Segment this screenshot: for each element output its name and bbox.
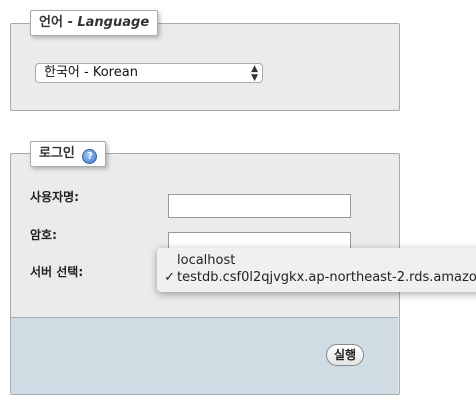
server-option-testdb[interactable]: ✓ testdb.csf0l2qjvgkx.ap-northeast-2.rds.… xyxy=(157,269,476,286)
language-select-value: 한국어 - Korean xyxy=(44,65,138,80)
login-legend-label: 로그인 xyxy=(39,146,75,161)
help-icon[interactable]: ? xyxy=(82,149,98,164)
server-select-dropdown[interactable]: localhost ✓ testdb.csf0l2qjvgkx.ap-northe… xyxy=(157,248,476,292)
language-legend: 언어 - Language xyxy=(30,10,159,36)
server-label: 서버 선택: xyxy=(30,265,84,279)
language-legend-korean: 언어 - xyxy=(39,15,73,30)
submit-button[interactable]: 실행 xyxy=(326,344,364,366)
server-option-label: testdb.csf0l2qjvgkx.ap-northeast-2.rds.a… xyxy=(177,270,476,285)
language-legend-english: Language xyxy=(77,15,150,30)
login-legend: 로그인 ? xyxy=(30,141,107,167)
username-input[interactable] xyxy=(168,194,351,218)
checkmark-icon: ✓ xyxy=(164,270,175,285)
password-label: 암호: xyxy=(30,228,57,242)
username-label: 사용자명: xyxy=(30,190,79,204)
server-option-label: localhost xyxy=(177,253,236,268)
select-arrows-icon: ▲ ▼ xyxy=(251,64,258,83)
server-option-localhost[interactable]: localhost xyxy=(157,252,235,269)
language-select[interactable]: 한국어 - Korean ▲ ▼ xyxy=(35,63,263,83)
